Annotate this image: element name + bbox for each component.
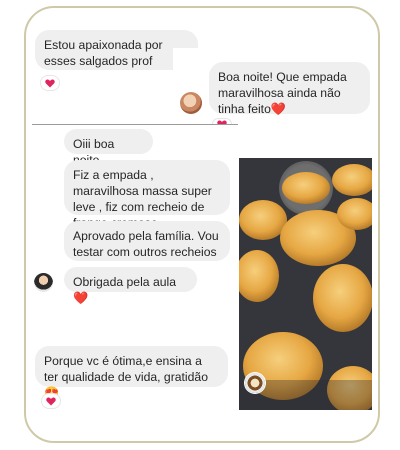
message-bubble[interactable]: Aprovado pela família. Vou testar com ou… (64, 221, 230, 261)
heart-reaction[interactable] (41, 76, 59, 90)
avatar (34, 273, 53, 292)
screenshot-collage-frame: Estou apaixonada por esses salgados prof… (24, 6, 380, 443)
message-text: Obrigada pela aula ❤️ (73, 275, 176, 305)
chat-screenshot-4: Porque vc é ótima,e ensina a ter qualida… (32, 338, 230, 416)
message-text: Boa noite! Que empada maravilhosa ainda … (218, 70, 347, 116)
empada-tray-photo (235, 158, 378, 414)
message-text: Estou apaixonada por esses salgados prof (44, 38, 163, 68)
food-photo[interactable] (235, 158, 378, 414)
message-bubble[interactable]: Oiii boa noite (64, 129, 153, 167)
chat-screenshot-2: Boa noite! Que empada maravilhosa ainda … (173, 48, 378, 132)
heart-icon (46, 397, 56, 405)
avatar (180, 92, 202, 114)
message-bubble[interactable]: Boa noite! Que empada maravilhosa ainda … (209, 62, 370, 116)
heart-icon (45, 79, 55, 87)
message-text: Porque vc é ótima,e ensina a ter qualida… (44, 354, 208, 400)
message-bubble[interactable]: Obrigada pela aula ❤️ (64, 267, 197, 305)
photo-avatar-icon (245, 373, 265, 393)
message-bubble[interactable]: Fiz a empada , maravilhosa massa super l… (64, 160, 230, 230)
message-text: Aprovado pela família. Vou testar com ou… (73, 229, 219, 259)
separator (32, 124, 238, 125)
heart-reaction[interactable] (42, 394, 60, 408)
chat-screenshot-3: Oiii boa noite Fiz a empada , maravilhos… (32, 124, 238, 305)
message-bubble[interactable]: Porque vc é ótima,e ensina a ter qualida… (35, 346, 228, 400)
